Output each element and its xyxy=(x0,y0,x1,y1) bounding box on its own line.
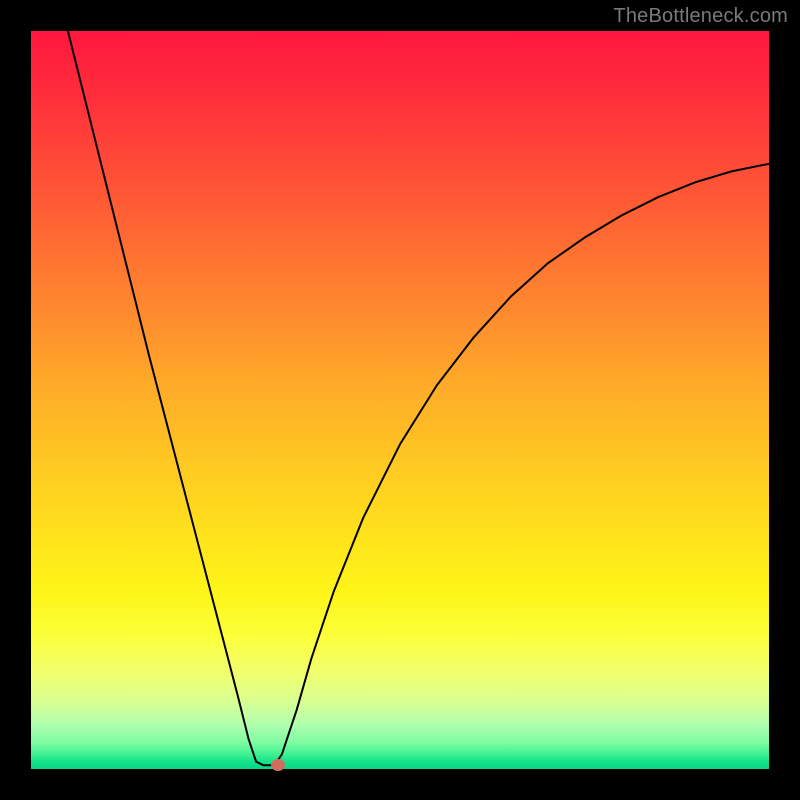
curve-svg xyxy=(31,31,769,769)
chart-frame: TheBottleneck.com xyxy=(0,0,800,800)
plot-area xyxy=(31,31,769,769)
minimum-marker xyxy=(271,759,285,771)
bottleneck-curve xyxy=(68,31,769,765)
watermark-text: TheBottleneck.com xyxy=(613,5,788,28)
